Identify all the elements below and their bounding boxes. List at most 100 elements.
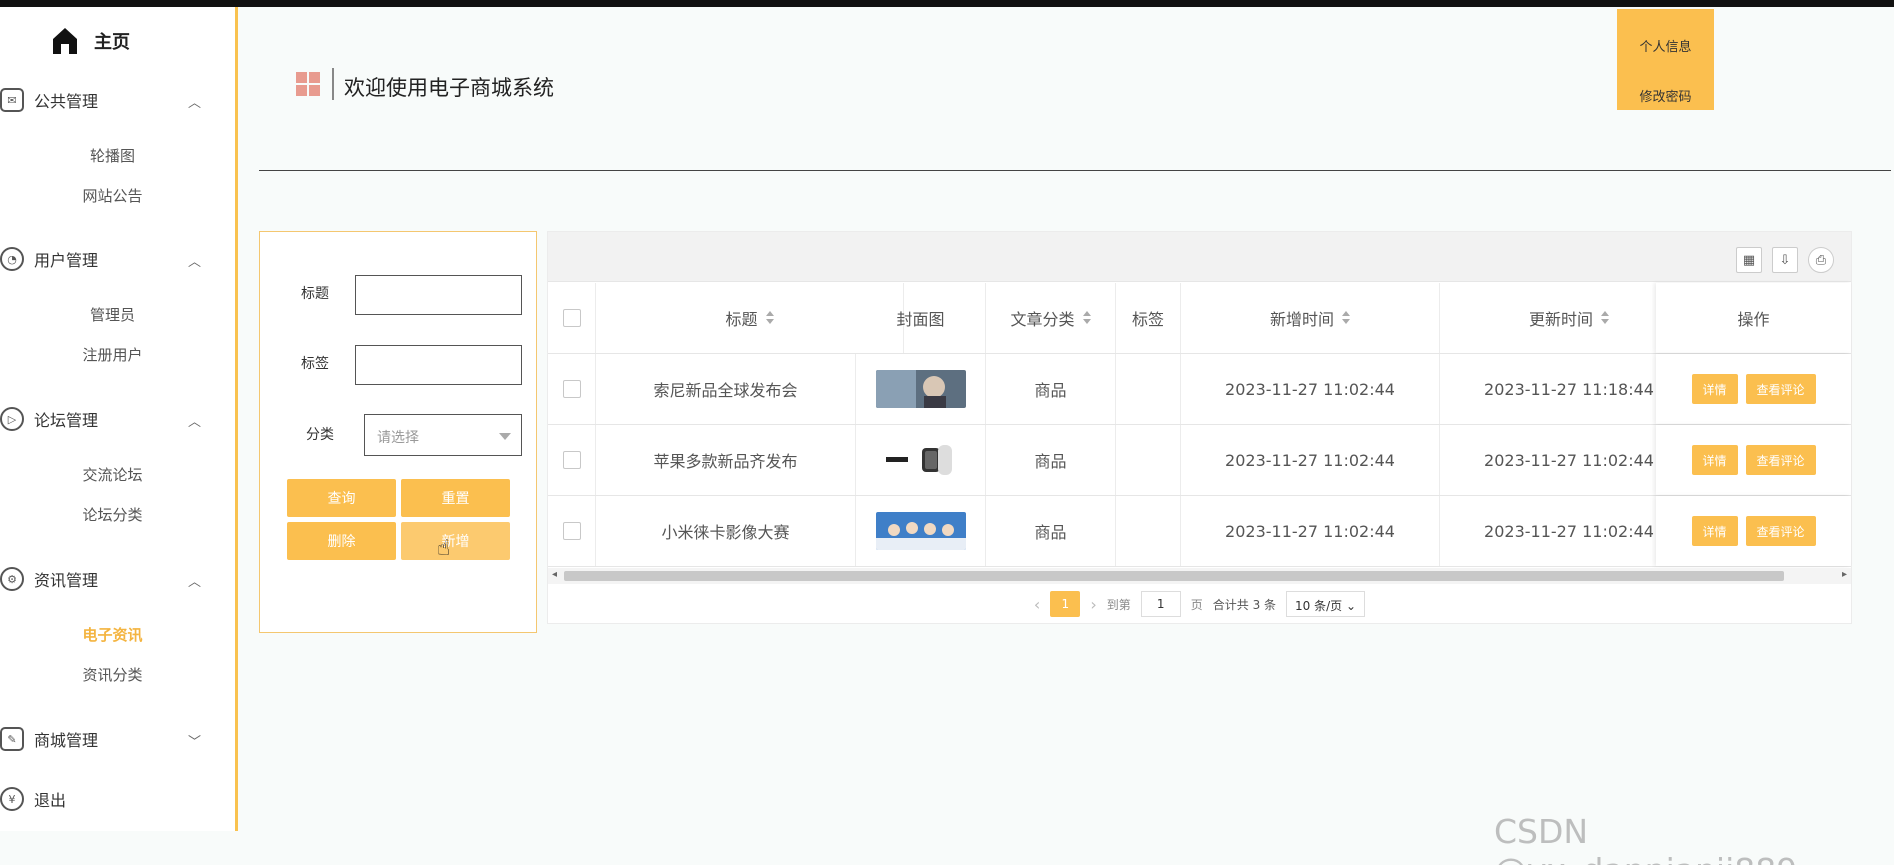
title-separator: [332, 68, 334, 100]
actions-cell: 详情 查看评论: [1656, 425, 1851, 495]
column-header-label: 文章分类: [1010, 310, 1075, 329]
add-button[interactable]: 新增: [401, 522, 510, 560]
cover-cell: [856, 496, 986, 566]
cover-image: [875, 512, 966, 550]
page-title: 欢迎使用电子商城系统: [344, 76, 554, 100]
scroll-right-icon[interactable]: ▸: [1842, 569, 1847, 580]
play-circle-icon: ▷: [0, 407, 24, 431]
prev-page-icon[interactable]: ‹: [1034, 595, 1040, 614]
columns-icon[interactable]: ▦: [1736, 247, 1762, 273]
created-cell: 2023-11-27 11:02:44: [1181, 354, 1440, 424]
sort-icon: [1082, 311, 1091, 325]
detail-button[interactable]: 详情: [1691, 516, 1738, 546]
category-cell: 商品: [986, 496, 1116, 566]
table-header-row: 标题 封面图 文章分类 标签 新增时间 更新时间 操作: [548, 283, 1851, 354]
cover-image: [875, 441, 966, 479]
category-label: 分类: [306, 427, 334, 443]
reset-button[interactable]: 重置: [401, 479, 510, 517]
row-checkbox[interactable]: [562, 380, 581, 398]
home-icon: [53, 28, 77, 54]
detail-button[interactable]: 详情: [1691, 445, 1738, 475]
cover-cell: [856, 425, 986, 495]
table-row: 苹果多款新品齐发布 商品 2023-11-27 11:02:44 2023-11…: [548, 425, 1851, 496]
current-page-button[interactable]: 1: [1050, 591, 1081, 617]
column-header-created[interactable]: 新增时间: [1181, 283, 1440, 353]
row-checkbox[interactable]: [562, 451, 581, 469]
category-cell: 商品: [986, 354, 1116, 424]
search-panel: 标题 标签 分类 请选择 查询 重置 删除 新增: [259, 231, 537, 633]
query-button[interactable]: 查询: [287, 479, 396, 517]
scrollbar-thumb[interactable]: [564, 571, 1784, 581]
table-row: 索尼新品全球发布会 商品 2023-11-27 11:02:44 2023-11…: [548, 354, 1851, 425]
sidebar-group-forum[interactable]: ▷ 论坛管理 ︿: [0, 399, 235, 439]
column-header-label: 操作: [1737, 310, 1770, 329]
goto-label: 到第: [1106, 597, 1131, 612]
sidebar-group-news[interactable]: ⚙ 资讯管理 ︿: [0, 559, 235, 599]
sidebar-home-label: 主页: [94, 32, 130, 53]
view-comments-button[interactable]: 查看评论: [1745, 516, 1816, 546]
view-comments-button[interactable]: 查看评论: [1745, 445, 1816, 475]
profile-menu-item[interactable]: 个人信息: [1617, 36, 1714, 55]
row-checkbox[interactable]: [562, 522, 581, 540]
page-size-select[interactable]: 10 条/页 ⌄: [1286, 591, 1366, 617]
goto-page-input[interactable]: 1: [1140, 591, 1181, 617]
pie-icon: ◔: [0, 247, 24, 271]
scroll-left-icon[interactable]: ◂: [552, 569, 557, 580]
title-cell: 索尼新品全球发布会: [596, 354, 856, 424]
detail-button[interactable]: 详情: [1691, 374, 1738, 404]
sort-icon: [1342, 311, 1350, 325]
column-header-category[interactable]: 文章分类: [986, 283, 1116, 353]
category-placeholder: 请选择: [377, 430, 419, 446]
chevron-up-icon: ︿: [187, 96, 201, 111]
category-select[interactable]: 请选择: [364, 414, 522, 456]
sidebar-group-label: 退出: [34, 791, 67, 810]
sidebar-home[interactable]: 主页: [52, 23, 130, 59]
view-comments-button[interactable]: 查看评论: [1745, 374, 1816, 404]
column-header-label: 封面图: [896, 310, 945, 329]
sidebar-item-carousel[interactable]: 轮播图: [0, 145, 225, 166]
sidebar-item-notice[interactable]: 网站公告: [0, 185, 225, 206]
gear-icon: ⚙: [0, 567, 24, 591]
tag-input[interactable]: [355, 345, 522, 385]
change-password-menu-item[interactable]: 修改密码: [1617, 86, 1714, 105]
created-cell: 2023-11-27 11:02:44: [1181, 496, 1440, 566]
sidebar-item-e-news[interactable]: 电子资讯: [0, 624, 225, 645]
sort-icon: [1601, 311, 1609, 325]
sidebar-item-admin[interactable]: 管理员: [0, 304, 225, 325]
horizontal-scrollbar[interactable]: ◂ ▸: [548, 568, 1851, 584]
logout-icon: ¥: [0, 787, 24, 811]
column-header-label: 标题: [725, 310, 758, 329]
sidebar-group-label: 用户管理: [34, 251, 99, 270]
sidebar-group-public[interactable]: ✉ 公共管理 ︿: [0, 80, 235, 120]
chevron-up-icon: ︿: [187, 415, 201, 430]
tag-cell: [1116, 425, 1181, 495]
row-select-cell: [548, 354, 596, 424]
sidebar: 主页 ✉ 公共管理 ︿ 轮播图 网站公告 ◔ 用户管理 ︿ 管理员 注册用户 ▷…: [0, 7, 238, 831]
sidebar-item-forum-category[interactable]: 论坛分类: [0, 504, 225, 525]
sidebar-group-users[interactable]: ◔ 用户管理 ︿: [0, 239, 235, 279]
page-size-value: 10 条/页: [1295, 599, 1343, 613]
column-header-label: 更新时间: [1528, 310, 1593, 329]
sidebar-group-label: 公共管理: [34, 92, 99, 111]
sidebar-item-news-category[interactable]: 资讯分类: [0, 664, 225, 685]
select-all-cell: [548, 283, 596, 353]
hand-cursor-icon: ☝: [437, 536, 451, 561]
delete-button[interactable]: 删除: [287, 522, 396, 560]
user-menu: 个人信息 修改密码: [1617, 9, 1714, 110]
export-icon[interactable]: ⇩: [1772, 247, 1798, 273]
title-cell: 小米徕卡影像大赛: [596, 496, 856, 566]
sidebar-item-registered-users[interactable]: 注册用户: [0, 344, 225, 365]
header-divider: [259, 170, 1891, 171]
chevron-up-icon: ︿: [187, 575, 201, 590]
title-input[interactable]: [355, 275, 522, 315]
actions-cell: 详情 查看评论: [1656, 354, 1851, 424]
print-icon[interactable]: ⎙: [1808, 247, 1834, 273]
select-all-checkbox[interactable]: [562, 309, 581, 327]
next-page-icon[interactable]: ›: [1090, 595, 1096, 614]
sidebar-group-shop[interactable]: ✎ 商城管理 ﹀: [0, 719, 235, 759]
sidebar-logout[interactable]: ¥ 退出: [0, 779, 235, 819]
table-row: 小米徕卡影像大赛 商品 2023-11-27 11:02:44 2023-11-…: [548, 496, 1851, 567]
created-cell: 2023-11-27 11:02:44: [1181, 425, 1440, 495]
sidebar-item-forum[interactable]: 交流论坛: [0, 464, 225, 485]
mail-icon: ✉: [0, 88, 24, 112]
